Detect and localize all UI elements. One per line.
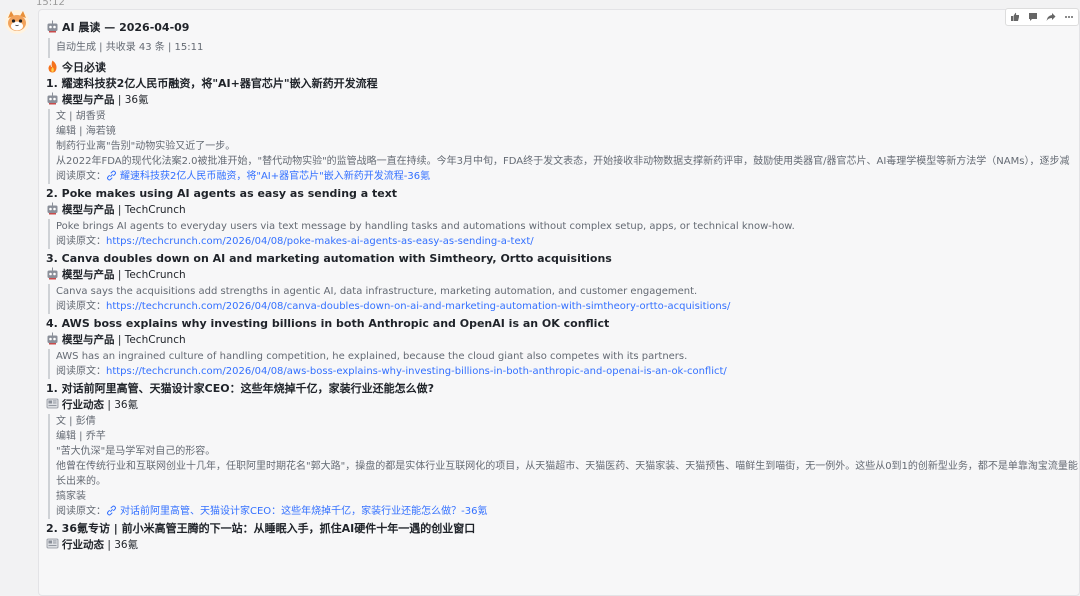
source-label: | 36氪 <box>107 399 139 411</box>
link-text: 耀速科技获2亿人民币融资，将"AI+器官芯片"嵌入新药开发流程-36氪 <box>120 171 431 182</box>
robot-icon <box>47 202 58 215</box>
robot-icon <box>47 267 58 280</box>
summary-line: 文 | 胡香贤 <box>56 111 106 122</box>
newspaper-icon <box>46 398 59 409</box>
summary-line: 从2022年FDA的现代化法案2.0被批准开始，"替代动物实验"的监管战略一直在… <box>56 156 1070 167</box>
category-label: 模型与产品 <box>62 334 115 346</box>
section-label: 今日必读 <box>62 61 106 74</box>
robot-icon <box>47 92 58 105</box>
summary-line: AWS has an ingrained culture of handling… <box>56 351 688 362</box>
item-category: 模型与产品 | 36氪 <box>46 92 1079 107</box>
fire-icon <box>48 60 57 73</box>
summary-line: 文 | 彭倩 <box>56 416 96 427</box>
read-original-link[interactable]: 对话前阿里高管、天猫设计家CEO：这些年烧掉千亿，家装行业还能怎么做？-36氪 <box>106 505 488 517</box>
read-original-label: 阅读原文： <box>56 236 106 247</box>
summary-line: 他曾在传统行业和互联网创业十几年，任职阿里时期花名"郭大路"，操盘的都是实体行业… <box>56 461 1078 487</box>
read-original-label: 阅读原文： <box>56 171 106 182</box>
item-summary: Poke brings AI agents to everyday users … <box>48 219 1079 249</box>
digest-header: AI 晨读 — 2026-04-09 <box>46 18 1079 38</box>
summary-line: "苦大仇深"是马学军对自己的形容。 <box>56 446 216 457</box>
read-original-link[interactable]: https://techcrunch.com/2026/04/08/canva-… <box>106 301 730 312</box>
summary-line: Canva says the acquisitions add strength… <box>56 286 698 297</box>
bot-avatar[interactable] <box>4 9 30 35</box>
robot-icon <box>47 20 58 33</box>
read-original-row: 阅读原文：https://techcrunch.com/2026/04/08/p… <box>56 234 1079 249</box>
read-original-label: 阅读原文： <box>56 366 106 377</box>
item-summary: Canva says the acquisitions add strength… <box>48 284 1079 314</box>
category-label: 行业动态 <box>62 399 104 411</box>
item-title: 2. Poke makes using AI agents as easy as… <box>46 187 398 200</box>
link-icon <box>106 170 117 181</box>
link-text: 对话前阿里高管、天猫设计家CEO：这些年烧掉千亿，家装行业还能怎么做？-36氪 <box>120 506 488 517</box>
read-original-link[interactable]: 耀速科技获2亿人民币融资，将"AI+器官芯片"嵌入新药开发流程-36氪 <box>106 170 431 182</box>
section-heading: 今日必读 <box>46 59 1079 76</box>
read-original-link[interactable]: https://techcrunch.com/2026/04/08/aws-bo… <box>106 366 727 377</box>
item-summary: AWS has an ingrained culture of handling… <box>48 349 1079 379</box>
item-category: 模型与产品 | TechCrunch <box>46 202 1079 217</box>
message-timestamp: 15:12 <box>36 0 65 8</box>
item-title: 1. 对话前阿里高管、天猫设计家CEO：这些年烧掉千亿，家装行业还能怎么做? <box>46 382 434 395</box>
item-title: 1. 耀速科技获2亿人民币融资，将"AI+器官芯片"嵌入新药开发流程 <box>46 77 378 90</box>
read-original-row: 阅读原文： 耀速科技获2亿人民币融资，将"AI+器官芯片"嵌入新药开发流程-36氪 <box>56 169 1079 184</box>
summary-line: 编辑 | 海若镜 <box>56 126 116 137</box>
item-category: 模型与产品 | TechCrunch <box>46 332 1079 347</box>
source-label: | TechCrunch <box>117 334 186 346</box>
read-original-row: 阅读原文： 对话前阿里高管、天猫设计家CEO：这些年烧掉千亿，家装行业还能怎么做？… <box>56 504 1079 519</box>
item-category: 模型与产品 | TechCrunch <box>46 267 1079 282</box>
summary-line: Poke brings AI agents to everyday users … <box>56 221 795 232</box>
source-label: | TechCrunch <box>117 204 186 216</box>
source-label: | 36氪 <box>107 539 139 551</box>
read-original-label: 阅读原文： <box>56 301 106 312</box>
read-original-link[interactable]: https://techcrunch.com/2026/04/08/poke-m… <box>106 236 534 247</box>
item-title: 3. Canva doubles down on AI and marketin… <box>46 252 612 265</box>
message-card: AI 晨读 — 2026-04-09 自动生成 | 共收录 43 条 | 15:… <box>38 8 1080 596</box>
digest-content: AI 晨读 — 2026-04-09 自动生成 | 共收录 43 条 | 15:… <box>46 18 1079 552</box>
newspaper-icon <box>46 538 59 549</box>
item-summary: 文 | 彭倩 编辑 | 乔芊 "苦大仇深"是马学军对自己的形容。 他曾在传统行业… <box>48 414 1079 519</box>
read-original-row: 阅读原文：https://techcrunch.com/2026/04/08/a… <box>56 364 1079 379</box>
summary-line: 编辑 | 乔芊 <box>56 431 106 442</box>
link-icon <box>106 505 117 516</box>
item-category: 行业动态 | 36氪 <box>46 397 1079 412</box>
item-title: 2. 36氪专访 | 前小米高管王腾的下一站：从睡眠入手，抓住AI硬件十年一遇的… <box>46 522 476 535</box>
category-label: 行业动态 <box>62 539 104 551</box>
robot-icon <box>47 332 58 345</box>
read-original-row: 阅读原文：https://techcrunch.com/2026/04/08/c… <box>56 299 1079 314</box>
digest-title: AI 晨读 — 2026-04-09 <box>62 21 190 34</box>
read-original-label: 阅读原文： <box>56 506 106 517</box>
summary-line: 制药行业离"告别"动物实验又近了一步。 <box>56 141 236 152</box>
item-summary: 文 | 胡香贤 编辑 | 海若镜 制药行业离"告别"动物实验又近了一步。 从20… <box>48 109 1079 184</box>
category-label: 模型与产品 <box>62 94 115 106</box>
source-label: | 36氪 <box>117 94 149 106</box>
item-category: 行业动态 | 36氪 <box>46 537 1079 552</box>
digest-meta: 自动生成 | 共收录 43 条 | 15:11 <box>48 38 1079 58</box>
summary-line: 搞家装 <box>56 491 86 502</box>
item-title: 4. AWS boss explains why investing billi… <box>46 317 610 330</box>
category-label: 模型与产品 <box>62 269 115 281</box>
source-label: | TechCrunch <box>117 269 186 281</box>
category-label: 模型与产品 <box>62 204 115 216</box>
